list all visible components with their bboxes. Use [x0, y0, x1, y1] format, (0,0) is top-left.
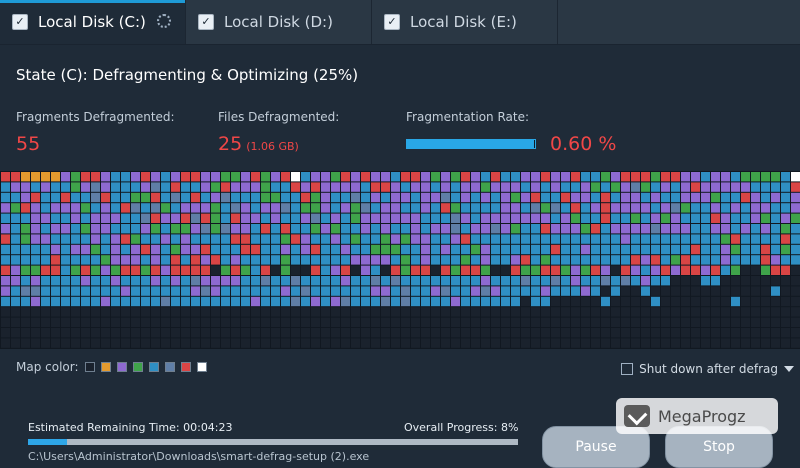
legend-swatch-slate [164, 362, 175, 372]
legend-swatch-red [180, 362, 191, 372]
state-text: State (C): Defragmenting & Optimizing (2… [16, 66, 359, 84]
overall-progress-bar [28, 439, 518, 445]
checkbox-icon[interactable]: ✓ [12, 14, 28, 30]
map-color-legend: Map color: [16, 360, 207, 374]
tab-label: Local Disk (C:) [38, 13, 146, 31]
files-value: 25 [218, 133, 243, 155]
tab-local-disk-c[interactable]: ✓ Local Disk (C:) [0, 0, 186, 44]
legend-swatch-orange [100, 362, 111, 372]
shutdown-after-defrag[interactable]: Shut down after defrag [621, 362, 794, 376]
legend-swatch-white [196, 362, 207, 372]
fragments-value: 55 [16, 133, 41, 155]
watermark-logo-icon [624, 405, 650, 427]
checkbox-icon[interactable]: ✓ [384, 14, 400, 30]
rate-value: 0.60 % [550, 133, 617, 155]
loading-spinner-icon [157, 14, 171, 28]
overall-progress-fill [28, 439, 68, 445]
tab-local-disk-e[interactable]: ✓ Local Disk (E:) [372, 0, 558, 44]
disk-tabs: ✓ Local Disk (C:) ✓ Local Disk (D:) ✓ Lo… [0, 0, 800, 45]
legend-label: Map color: [16, 360, 79, 374]
current-file-path: C:\Users\Administrator\Downloads\smart-d… [28, 450, 370, 463]
checkbox-icon[interactable]: ✓ [198, 14, 214, 30]
tab-label: Local Disk (D:) [224, 13, 333, 31]
watermark-text: MegaProgz [658, 406, 746, 426]
fragmentation-rate-bar [406, 139, 536, 149]
fragmentation-rate-fill [407, 140, 534, 148]
files-value-wrap: 25 (1.06 GB) [218, 133, 299, 155]
tab-local-disk-d[interactable]: ✓ Local Disk (D:) [186, 0, 372, 44]
files-label: Files Defragmented: [218, 110, 340, 124]
files-size: (1.06 GB) [246, 140, 299, 153]
overall-progress-label: Overall Progress: [404, 421, 498, 434]
legend-swatch-green [132, 362, 143, 372]
fragments-label: Fragments Defragmented: [16, 110, 175, 124]
dropdown-caret-icon[interactable] [784, 366, 794, 372]
eta-value: 00:04:23 [183, 421, 233, 434]
shutdown-label: Shut down after defrag [639, 362, 778, 376]
disk-cluster-map [0, 171, 800, 349]
legend-swatch-blue [148, 362, 159, 372]
shutdown-checkbox[interactable] [621, 363, 634, 375]
overall-progress-value: 8% [501, 421, 519, 434]
legend-swatch-free [84, 362, 95, 372]
cluster-grid [1, 172, 800, 348]
legend-swatch-purple [116, 362, 127, 372]
eta-text: Estimated Remaining Time: 00:04:23 [28, 421, 233, 434]
rate-label: Fragmentation Rate: [406, 110, 530, 124]
eta-label: Estimated Remaining Time: [28, 421, 180, 434]
megaprogz-watermark: MegaProgz [616, 398, 778, 434]
tab-label: Local Disk (E:) [410, 13, 517, 31]
